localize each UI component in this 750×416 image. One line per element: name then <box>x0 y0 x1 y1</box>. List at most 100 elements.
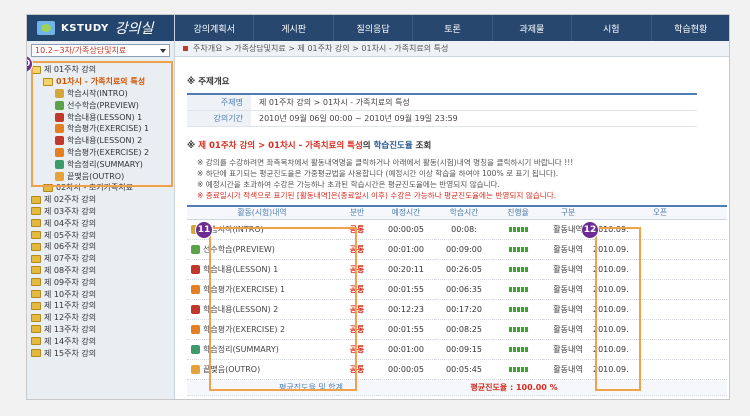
course-select-value: 10.2~3차/가족상담및치료 <box>35 46 127 55</box>
summary-icon <box>191 345 200 354</box>
tree-week[interactable]: 제 14주차 강의 <box>31 335 174 347</box>
period-value: 2010년 09월 06일 00:00 ~ 2010년 09월 19일 23:5… <box>251 110 697 127</box>
planned-time: 00:00:05 <box>377 359 435 380</box>
planned-time: 00:12:23 <box>377 299 435 320</box>
kind-value: 활동내역 <box>543 359 593 380</box>
nav-qna[interactable]: 질의응답 <box>334 15 414 41</box>
chevron-down-icon <box>160 49 166 53</box>
col-planned: 예정시간 <box>377 205 435 220</box>
folder-icon <box>31 219 41 228</box>
sidebar: KSTUDY 강의실 10.2~3차/가족상담및치료 제 01주차 강의 01차… <box>27 15 175 399</box>
planned-time: 00:01:00 <box>377 239 435 260</box>
col-open: 오픈 <box>593 205 727 220</box>
average-progress: 평균진도율 : 100.00 % <box>435 379 593 396</box>
notice-item: ※ 예정시간을 초과하여 수강은 가능하나 초과된 학습시간은 평균진도율에는 … <box>197 179 500 189</box>
studied-time: 00:17:20 <box>435 299 493 320</box>
progress-title: ※ 제 01주차 강의 > 01차시 - 가족치료의 특성의 학습진도율 조회 <box>187 140 432 151</box>
logo-text: KSTUDY <box>61 22 109 34</box>
studied-time: 00:09:00 <box>435 239 493 260</box>
kind-value: 활동내역 <box>543 279 593 300</box>
folder-icon <box>31 290 41 299</box>
logo[interactable]: KSTUDY 강의실 <box>27 15 174 41</box>
tree-week[interactable]: 제 13주차 강의 <box>31 324 174 336</box>
nav-assignment[interactable]: 과제물 <box>493 15 573 41</box>
period-label: 강의기간 <box>187 110 251 127</box>
studied-time: 00:08:25 <box>435 319 493 340</box>
outro-icon <box>191 365 200 374</box>
nav-syllabus[interactable]: 강의계획서 <box>175 15 255 41</box>
lesson-icon <box>191 265 200 274</box>
tree-week[interactable]: 제 15주차 강의 <box>31 347 174 359</box>
folder-icon <box>31 301 41 310</box>
logo-subtitle: 강의실 <box>114 21 154 37</box>
tree-week[interactable]: 제 02주차 강의 <box>31 194 174 206</box>
exercise-icon <box>191 285 200 294</box>
breadcrumb-text: 주차개요 > 가족상담및치료 > 제 01주차 강의 > 01차시 - 가족치료… <box>193 44 449 53</box>
planned-time: 00:00:05 <box>377 219 435 240</box>
folder-icon <box>31 337 41 346</box>
activity-highlight-box <box>209 227 357 391</box>
nav-discussion[interactable]: 토론 <box>413 15 493 41</box>
preview-icon <box>191 245 200 254</box>
notice-item: ※ 강의를 수강하려면 좌측목차에서 활동내역명을 클릭하거나 아래에서 활동(… <box>197 157 574 167</box>
col-progress: 진행율 <box>493 205 543 220</box>
nav-exam[interactable]: 시험 <box>572 15 652 41</box>
nav-study-status[interactable]: 학습현황 <box>652 15 729 41</box>
tree-week[interactable]: 제 07주차 강의 <box>31 253 174 265</box>
callout-badge-11: 11 <box>195 221 213 239</box>
tree-week[interactable]: 제 05주차 강의 <box>31 229 174 241</box>
studied-time: 00:05:45 <box>435 359 493 380</box>
planned-time: 00:20:11 <box>377 259 435 280</box>
tree-week[interactable]: 제 03주차 강의 <box>31 206 174 218</box>
progress-bar <box>493 219 543 240</box>
progress-bar <box>493 319 543 340</box>
kind-value: 활동내역 <box>543 339 593 360</box>
kind-value: 활동내역 <box>543 239 593 260</box>
subject-value: 제 01주차 강의 > 01차시 - 가족치료의 특성 <box>251 94 697 111</box>
kind-value: 활동내역 <box>543 299 593 320</box>
progress-bar <box>493 359 543 380</box>
notice-item-warning: ※ 종료일시가 적색으로 표기된 [활동내역]은(종료일시 이후) 수강은 가능… <box>197 190 557 200</box>
course-select[interactable]: 10.2~3차/가족상담및치료 <box>31 44 170 57</box>
exercise-icon <box>191 325 200 334</box>
planned-time: 00:01:55 <box>377 319 435 340</box>
table-header-row: 활동(시험)내역 분반 예정시간 학습시간 진행율 구분 오픈 <box>187 205 727 220</box>
tree-week[interactable]: 제 10주차 강의 <box>31 288 174 300</box>
folder-icon <box>31 313 41 322</box>
folder-icon <box>31 231 41 240</box>
tree-highlight-box <box>31 61 173 187</box>
kind-value: 활동내역 <box>543 259 593 280</box>
folder-icon <box>31 266 41 275</box>
folder-icon <box>31 325 41 334</box>
tree-week[interactable]: 제 09주차 강의 <box>31 276 174 288</box>
folder-icon <box>31 242 41 251</box>
tree-week[interactable]: 제 04주차 강의 <box>31 217 174 229</box>
lesson-icon <box>191 305 200 314</box>
tree-week[interactable]: 제 08주차 강의 <box>31 265 174 277</box>
tree-week[interactable]: 제 06주차 강의 <box>31 241 174 253</box>
studied-time: 00:06:35 <box>435 279 493 300</box>
progress-highlight-box <box>595 227 641 391</box>
folder-icon <box>31 254 41 263</box>
folder-icon <box>31 207 41 216</box>
col-activity: 활동(시험)내역 <box>187 205 337 220</box>
col-group: 분반 <box>337 205 377 220</box>
progress-bar <box>493 299 543 320</box>
lms-window: KSTUDY 강의실 10.2~3차/가족상담및치료 제 01주차 강의 01차… <box>26 14 730 400</box>
notice-item: ※ 하단에 표기되는 평균진도율은 가중평균법을 사용합니다 (예정시간 이상 … <box>197 168 559 178</box>
col-kind: 구분 <box>543 205 593 220</box>
planned-time: 00:01:55 <box>377 279 435 300</box>
progress-bar <box>493 239 543 260</box>
nav-board[interactable]: 게시판 <box>254 15 334 41</box>
tree-week[interactable]: 제 12주차 강의 <box>31 312 174 324</box>
overview-table: 주제명 제 01주차 강의 > 01차시 - 가족치료의 특성 강의기간 201… <box>187 93 697 127</box>
studied-time: 00:08: <box>435 219 493 240</box>
folder-icon <box>31 195 41 204</box>
notice-list: ※ 강의를 수강하려면 좌측목차에서 활동내역명을 클릭하거나 아래에서 활동(… <box>187 157 707 201</box>
folder-icon <box>31 278 41 287</box>
logo-icon <box>37 21 55 35</box>
progress-bar <box>493 339 543 360</box>
col-studied: 학습시간 <box>435 205 493 220</box>
callout-badge-12: 12 <box>581 221 599 239</box>
tree-week[interactable]: 제 11주차 강의 <box>31 300 174 312</box>
